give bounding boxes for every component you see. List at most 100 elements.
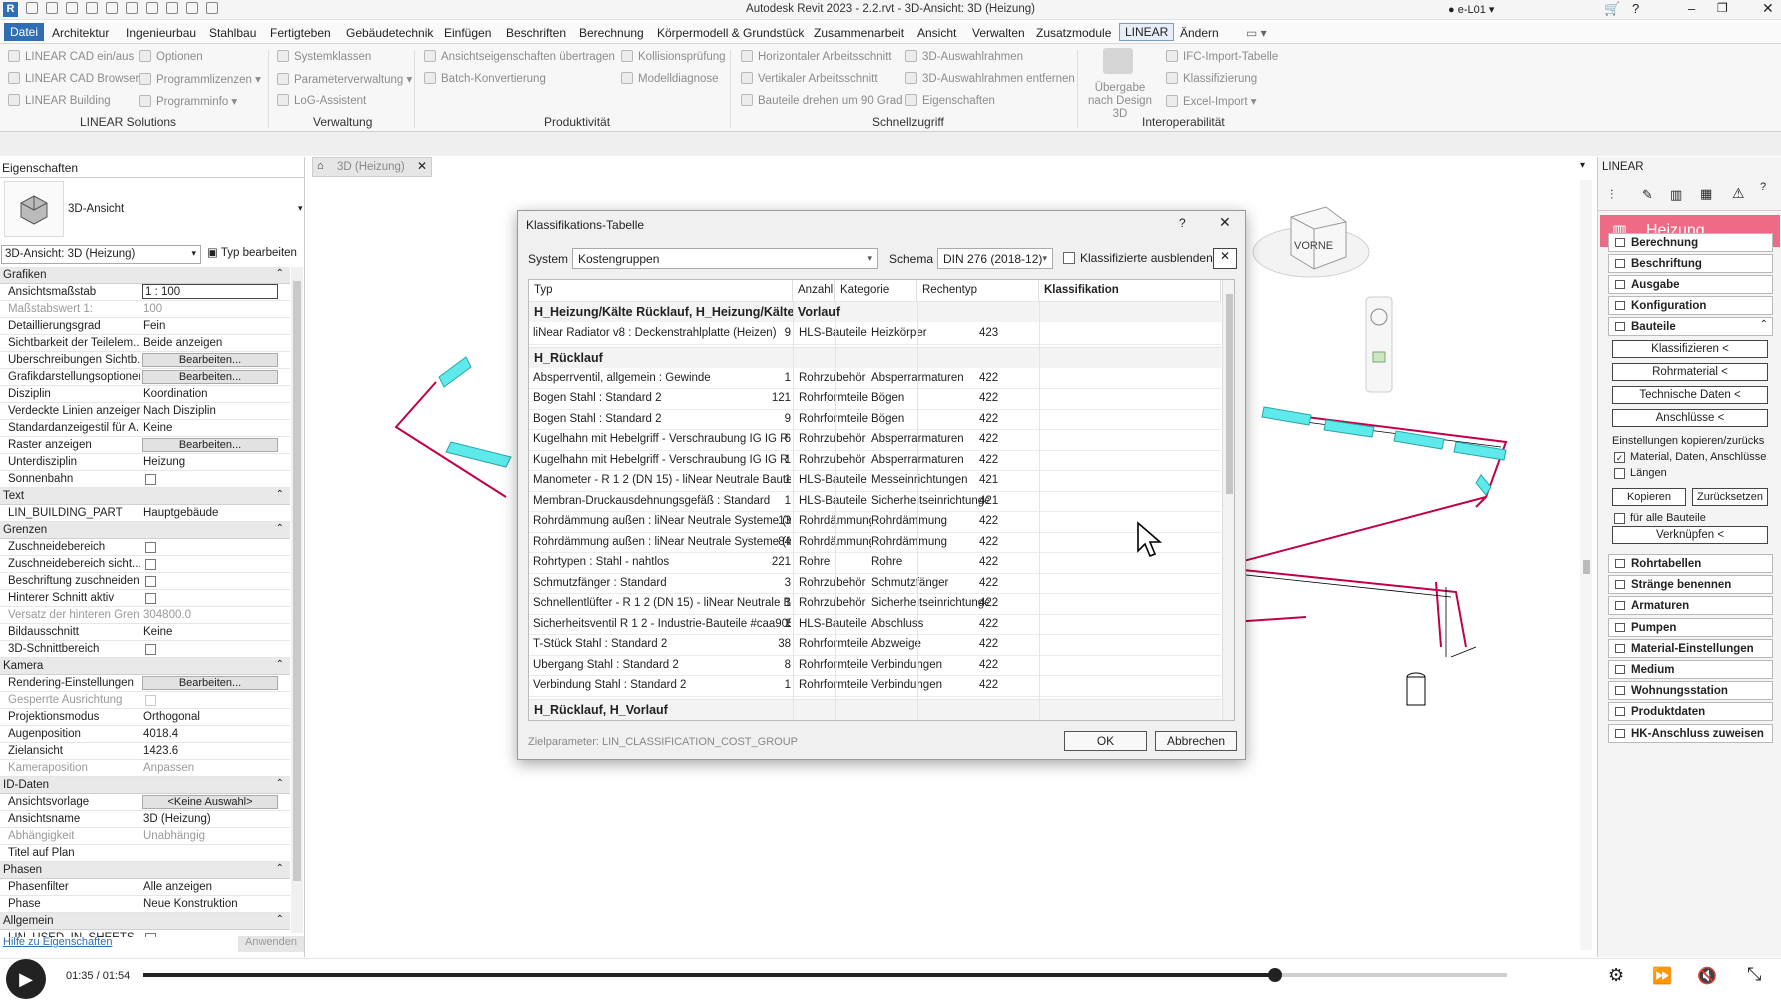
table-row[interactable]: Schmutzfänger : Standard 3 Rohrzubehör Schm… <box>529 574 1221 594</box>
seek-track[interactable] <box>143 968 1507 982</box>
design3d-icon[interactable] <box>1103 48 1133 74</box>
view-dropdown-icon[interactable]: ▾ <box>1580 160 1585 171</box>
collapse-icon[interactable]: ⌃ <box>276 489 284 500</box>
group-header[interactable]: H_Rücklauf <box>529 346 1221 368</box>
apply-button[interactable]: Anwenden <box>238 936 304 952</box>
col-header-anzahl[interactable]: Anzahl <box>793 280 835 301</box>
material-checkbox[interactable]: ✓ <box>1614 452 1625 463</box>
minimize-button[interactable]: – <box>1688 1 1695 16</box>
tools-icon[interactable]: ✕ <box>1213 248 1237 269</box>
group-header[interactable]: H_Rücklauf, H_Vorlauf <box>529 698 1221 720</box>
linear-btn-lower[interactable]: Pumpen <box>1608 617 1773 637</box>
ribbon-kollisionspruefung[interactable]: Kollisionsprüfung <box>621 50 726 63</box>
properties-section-kamera[interactable]: Kamera ⌃ <box>0 658 290 675</box>
menu-datei[interactable]: Datei <box>4 23 45 41</box>
sub-btn-2[interactable]: Technische Daten < <box>1612 386 1768 404</box>
table-row[interactable]: Schnellentlüfter - R 1 2 (DN 15) - liNea… <box>529 594 1221 615</box>
ribbon-horizontaler-schnitt[interactable]: Horizontaler Arbeitsschnitt <box>741 50 892 63</box>
property-checkbox[interactable] <box>145 542 156 553</box>
menu-verwalten[interactable]: Verwalten <box>972 26 1025 40</box>
grid-scrollbar[interactable] <box>1222 280 1234 720</box>
viewport-scrollbar[interactable] <box>1580 180 1592 950</box>
sub-btn-3[interactable]: Anschlüsse < <box>1612 409 1768 427</box>
linear-btn-lower[interactable]: Stränge benennen <box>1608 575 1773 595</box>
property-checkbox[interactable] <box>145 933 156 937</box>
table-row[interactable]: Manometer - R 1 2 (DN 15) - liNear Neutr… <box>529 471 1221 492</box>
collapse-icon[interactable]: ⌃ <box>276 659 284 670</box>
ribbon-programmlizenzen[interactable]: Programmlizenzen ▾ <box>139 72 261 86</box>
ribbon-excel-import[interactable]: Excel-Import ▾ <box>1166 94 1257 108</box>
menu-beschriften[interactable]: Beschriften <box>506 26 566 40</box>
collapse-icon[interactable]: ⌃ <box>276 863 284 874</box>
ribbon-optionen[interactable]: Optionen <box>139 50 203 63</box>
laengen-checkbox[interactable] <box>1614 468 1625 479</box>
link-button[interactable]: Verknüpfen < <box>1612 526 1768 544</box>
property-edit-button[interactable]: Bearbeiten... <box>142 676 278 690</box>
properties-section-grafiken[interactable]: Grafiken ⌃ <box>0 267 290 284</box>
property-edit-button[interactable]: <Keine Auswahl> <box>142 795 278 809</box>
table-row[interactable]: Bogen Stahl : Standard 2 9 Rohrformteile Bö… <box>529 410 1221 430</box>
view-tab-close-icon[interactable]: ✕ <box>417 159 427 173</box>
ribbon-ifc-import[interactable]: IFC-Import-Tabelle <box>1166 50 1278 63</box>
sub-btn-0[interactable]: Klassifizieren < <box>1612 340 1768 358</box>
ribbon-programminfo[interactable]: Programminfo ▾ <box>139 94 237 108</box>
table-row[interactable]: Sicherheitsventil R 1 2 - Industrie-Baut… <box>529 615 1221 635</box>
ribbon-klassifizierung[interactable]: Klassifizierung <box>1166 72 1257 85</box>
linear-btn-lower[interactable]: Material-Einstellungen <box>1608 638 1773 658</box>
speed-icon[interactable]: ⏩ <box>1652 966 1672 986</box>
dialog-help-button[interactable]: ? <box>1179 216 1186 230</box>
collapse-icon[interactable]: ⌃ <box>276 268 284 279</box>
copy-button[interactable]: Kopieren <box>1612 488 1686 506</box>
col-header-kategorie[interactable]: Kategorie <box>835 280 917 301</box>
table-row[interactable]: Rohrtypen : Stahl - nahtlos 221 Rohre Rohre… <box>529 553 1221 574</box>
property-checkbox[interactable] <box>145 644 156 655</box>
table-row[interactable]: Bogen Stahl : Standard 2 121 Rohrformteile… <box>529 389 1221 410</box>
linear-btn-lower[interactable]: Produktdaten <box>1608 702 1773 722</box>
ribbon-parameterverwaltung[interactable]: Parameterverwaltung ▾ <box>277 72 412 86</box>
menu-architektur[interactable]: Architektur <box>52 26 109 40</box>
linear-btn-lower[interactable]: Armaturen <box>1608 596 1773 616</box>
schema-select[interactable]: DIN 276 (2018-12) ▾ <box>937 248 1053 269</box>
linear-btn-lower[interactable]: Medium <box>1608 660 1773 679</box>
mute-icon[interactable]: 🔇 <box>1697 966 1717 986</box>
table-row[interactable]: Rohrdämmung außen : liNear Neutrale Syst… <box>529 512 1221 533</box>
properties-scrollbar[interactable] <box>291 267 303 933</box>
ribbon-systemklassen[interactable]: Systemklassen <box>277 50 371 63</box>
property-edit-button[interactable]: Bearbeiten... <box>142 438 278 452</box>
menu-zusammenarbeit[interactable]: Zusammenarbeit <box>814 26 904 40</box>
dialog-close-button[interactable]: ✕ <box>1219 214 1231 231</box>
menu-ingenieurbau[interactable]: Ingenieurbau <box>126 26 196 40</box>
close-window-button[interactable]: ✕ <box>1762 0 1774 17</box>
settings-gear-icon[interactable]: ⚙ <box>1608 965 1624 986</box>
menu-aendern[interactable]: Ändern <box>1180 26 1219 40</box>
linear-btn-bauteile[interactable]: Bauteile ⌃ <box>1608 317 1773 336</box>
help-icon[interactable]: ? <box>1632 1 1639 16</box>
property-edit-button[interactable]: Bearbeiten... <box>142 370 278 384</box>
ribbon-3d-auswahlrahmen[interactable]: 3D-Auswahlrahmen <box>905 50 1023 63</box>
ribbon-linear-building[interactable]: LINEAR Building <box>8 94 111 107</box>
menu-zusatzmodule[interactable]: Zusatzmodule <box>1036 26 1111 40</box>
table-row[interactable]: Absperrventil, allgemein : Gewinde 1 Rohrz… <box>529 369 1221 389</box>
menu-einfuegen[interactable]: Einfügen <box>444 26 491 40</box>
table-row[interactable]: T-Stück Stahl : Standard 2 38 Rohrformteil… <box>529 635 1221 656</box>
ribbon-ansichtseigenschaften[interactable]: Ansichtseigenschaften übertragen <box>424 50 615 63</box>
collapse-icon[interactable]: ⌃ <box>276 778 284 789</box>
collapse-icon[interactable]: ⤡ <box>1747 964 1761 985</box>
properties-section-phasen[interactable]: Phasen ⌃ <box>0 862 290 879</box>
property-checkbox[interactable] <box>145 559 156 570</box>
properties-section-id-daten[interactable]: ID-Daten ⌃ <box>0 777 290 794</box>
system-select[interactable]: Kostengruppen ▾ <box>572 248 878 269</box>
table-row[interactable]: Verbindung Stahl : Standard 2 1 Rohrformte… <box>529 676 1221 697</box>
properties-section-allgemein[interactable]: Allgemein ⌃ <box>0 913 290 930</box>
cancel-button[interactable]: Abbrechen <box>1155 731 1237 751</box>
play-button[interactable]: ▶ <box>6 959 46 999</box>
collapse-icon[interactable]: ⌃ <box>1760 319 1768 330</box>
menu-gebaeudetechnik[interactable]: Gebäudetechnik <box>346 26 433 40</box>
sub-btn-1[interactable]: Rohrmaterial < <box>1612 363 1768 381</box>
linear-btn-ausgabe[interactable]: Ausgabe <box>1608 275 1773 294</box>
ribbon-eigenschaften[interactable]: Eigenschaften <box>905 94 995 107</box>
type-dropdown-arrow[interactable]: ▾ <box>298 203 303 214</box>
edit-type-button[interactable]: ▣ Typ bearbeiten <box>207 245 297 259</box>
property-checkbox[interactable] <box>145 576 156 587</box>
linear-btn-lower[interactable]: Wohnungsstation <box>1608 681 1773 701</box>
